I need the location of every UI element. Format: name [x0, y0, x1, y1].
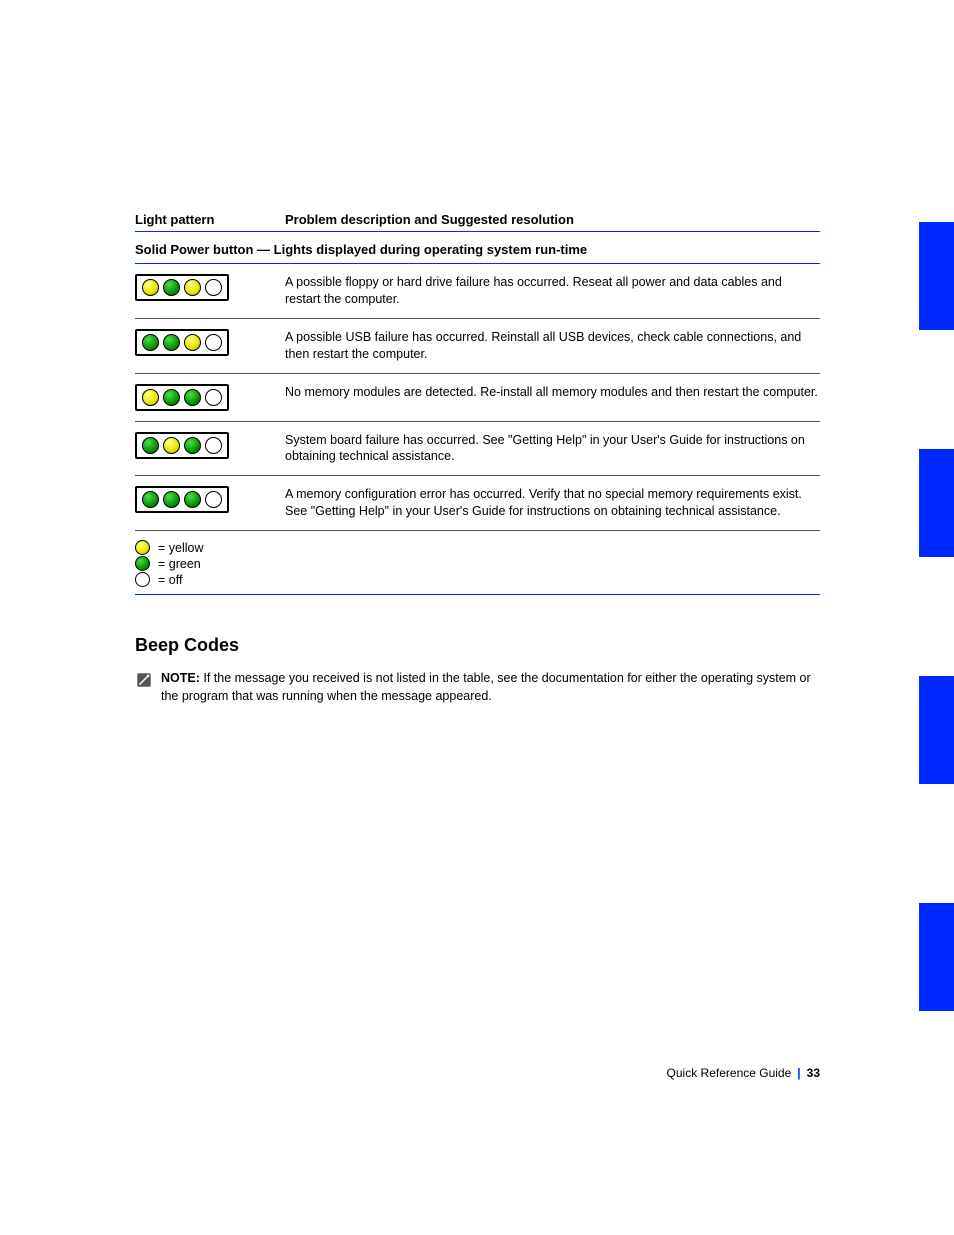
light-pattern-cell — [135, 329, 285, 356]
indicator-box — [135, 329, 229, 356]
side-tab — [919, 903, 954, 1011]
led-icon — [163, 279, 180, 296]
side-tab — [919, 222, 954, 330]
table-header-row: Light pattern Problem description and Su… — [135, 212, 820, 232]
legend-row-yellow: = yellow — [135, 540, 820, 555]
led-icon — [142, 389, 159, 406]
legend-label: = green — [158, 557, 201, 571]
table-subhead: Solid Power button — Lights displayed du… — [135, 232, 820, 264]
note-body: If the message you received is not liste… — [161, 671, 811, 703]
indicator-box — [135, 432, 229, 459]
resolution-cell: System board failure has occurred. See "… — [285, 432, 820, 466]
table-row: A possible floppy or hard drive failure … — [135, 264, 820, 319]
resolution-cell: A possible USB failure has occurred. Rei… — [285, 329, 820, 363]
legend-label: = off — [158, 573, 182, 587]
led-icon — [163, 491, 180, 508]
resolution-cell: No memory modules are detected. Re-insta… — [285, 384, 820, 401]
led-icon — [205, 334, 222, 351]
led-icon — [184, 389, 201, 406]
led-icon — [184, 437, 201, 454]
led-icon — [205, 437, 222, 454]
led-icon — [184, 491, 201, 508]
led-icon — [142, 279, 159, 296]
led-icon — [205, 389, 222, 406]
indicator-box — [135, 384, 229, 411]
table-subhead-text: Solid Power button — Lights displayed du… — [135, 242, 587, 257]
side-tab — [919, 676, 954, 784]
indicator-box — [135, 274, 229, 301]
footer-label: Quick Reference Guide — [667, 1066, 792, 1080]
resolution-cell: A possible floppy or hard drive failure … — [285, 274, 820, 308]
led-icon — [135, 540, 150, 555]
led-icon — [142, 437, 159, 454]
indicator-box — [135, 486, 229, 513]
table-header-resolution: Problem description and Suggested resolu… — [285, 212, 820, 227]
legend-label: = yellow — [158, 541, 204, 555]
led-icon — [163, 437, 180, 454]
note-icon — [135, 671, 153, 689]
table-header-light-pattern: Light pattern — [135, 212, 285, 227]
light-pattern-cell — [135, 432, 285, 459]
page-footer: Quick Reference Guide | 33 — [135, 1066, 820, 1080]
light-pattern-cell — [135, 274, 285, 301]
table-row: No memory modules are detected. Re-insta… — [135, 374, 820, 422]
led-icon — [184, 279, 201, 296]
table-row: A possible USB failure has occurred. Rei… — [135, 319, 820, 374]
led-icon — [135, 572, 150, 587]
led-icon — [205, 279, 222, 296]
footer-separator: | — [797, 1066, 800, 1080]
footer-page-number: 33 — [807, 1066, 820, 1080]
note-label: NOTE: — [161, 671, 200, 685]
legend-row-off: = off — [135, 572, 820, 587]
section-title-beep-codes: Beep Codes — [135, 635, 820, 656]
legend-row-green: = green — [135, 556, 820, 571]
note-block: NOTE: If the message you received is not… — [135, 670, 820, 705]
table-row: System board failure has occurred. See "… — [135, 422, 820, 477]
note-text: NOTE: If the message you received is not… — [161, 670, 820, 705]
light-pattern-cell — [135, 384, 285, 411]
legend: = yellow = green = off — [135, 531, 820, 595]
led-icon — [205, 491, 222, 508]
resolution-cell: A memory configuration error has occurre… — [285, 486, 820, 520]
side-tab — [919, 449, 954, 557]
led-icon — [135, 556, 150, 571]
led-icon — [184, 334, 201, 351]
main-content: Light pattern Problem description and Su… — [135, 212, 820, 705]
led-icon — [163, 389, 180, 406]
table-row: A memory configuration error has occurre… — [135, 476, 820, 531]
led-icon — [163, 334, 180, 351]
led-icon — [142, 491, 159, 508]
light-pattern-cell — [135, 486, 285, 513]
led-icon — [142, 334, 159, 351]
